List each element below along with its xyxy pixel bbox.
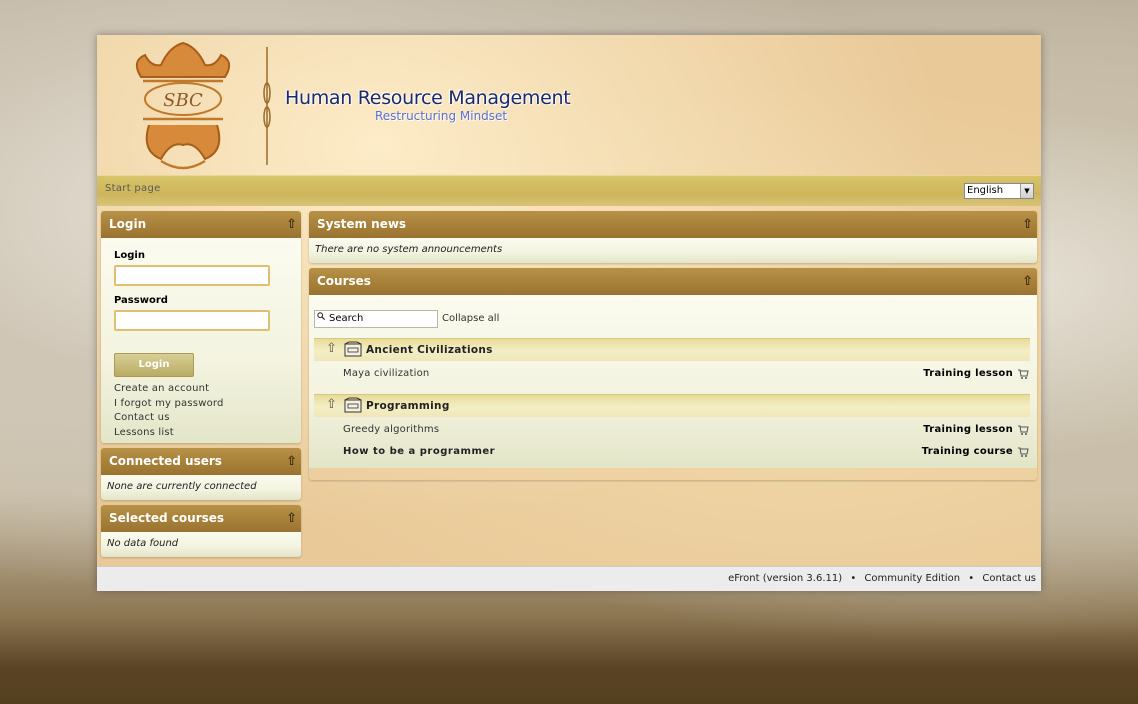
course-type: Training lesson bbox=[923, 424, 1013, 435]
language-value: English bbox=[967, 185, 1004, 196]
course-row: How to be a programmer Training course bbox=[343, 446, 1029, 462]
selected-courses-header: Selected courses ⇧ bbox=[101, 505, 301, 532]
login-panel: Login ⇧ Login Password Login Create an a… bbox=[101, 211, 301, 443]
ornament-divider bbox=[263, 47, 271, 165]
version-link[interactable]: eFront (version 3.6.11) bbox=[728, 567, 842, 591]
breadcrumb[interactable]: Start page bbox=[105, 183, 161, 194]
course-type: Training course bbox=[921, 446, 1013, 457]
collapse-arrow-icon[interactable]: ⇧ bbox=[1022, 211, 1033, 238]
sbc-logo: SBC bbox=[135, 41, 231, 170]
folder-icon bbox=[344, 341, 362, 357]
courses-body: Search Collapse all ⇧ Ancient Civilizati… bbox=[309, 295, 1037, 468]
contact-us-link[interactable]: Contact us bbox=[114, 412, 295, 427]
course-row: Greedy algorithms Training lesson bbox=[343, 424, 1029, 440]
login-label: Login bbox=[114, 250, 145, 261]
connected-users-body: None are currently connected bbox=[101, 475, 301, 500]
footer-contact-link[interactable]: Contact us bbox=[982, 567, 1036, 591]
page-frame: SBC Human Resource Management Restructur… bbox=[97, 35, 1041, 591]
connected-users-panel: Connected users ⇧ None are currently con… bbox=[101, 448, 301, 500]
search-placeholder: Search bbox=[329, 313, 364, 324]
system-news-title: System news bbox=[317, 217, 407, 231]
category-header[interactable]: ⇧ Ancient Civilizations bbox=[314, 338, 1030, 361]
site-title: Human Resource Management bbox=[285, 87, 571, 109]
course-name[interactable]: Maya civilization bbox=[343, 368, 429, 379]
selected-courses-panel: Selected courses ⇧ No data found bbox=[101, 505, 301, 557]
connected-users-message: None are currently connected bbox=[107, 481, 257, 492]
folder-icon bbox=[344, 397, 362, 413]
chevron-down-icon[interactable]: ▼ bbox=[1020, 184, 1033, 198]
selected-courses-body: No data found bbox=[101, 532, 301, 557]
header: SBC Human Resource Management Restructur… bbox=[97, 35, 1041, 175]
course-row: Maya civilization Training lesson bbox=[343, 368, 1029, 384]
collapse-arrow-icon[interactable]: ⇧ bbox=[326, 341, 337, 356]
connected-users-header: Connected users ⇧ bbox=[101, 448, 301, 475]
collapse-arrow-icon[interactable]: ⇧ bbox=[286, 211, 297, 238]
selected-courses-message: No data found bbox=[107, 538, 179, 549]
language-select[interactable]: English ▼ bbox=[964, 183, 1034, 199]
footer: eFront (version 3.6.11) • Community Edit… bbox=[97, 566, 1041, 591]
separator: • bbox=[850, 573, 857, 584]
courses-header: Courses ⇧ bbox=[309, 268, 1037, 295]
login-panel-header: Login ⇧ bbox=[101, 211, 301, 238]
selected-courses-title: Selected courses bbox=[109, 511, 225, 525]
cart-icon[interactable] bbox=[1017, 424, 1029, 436]
collapse-arrow-icon[interactable]: ⇧ bbox=[286, 505, 297, 532]
system-news-header: System news ⇧ bbox=[309, 211, 1037, 238]
create-account-link[interactable]: Create an account bbox=[114, 383, 295, 398]
password-input[interactable] bbox=[114, 310, 270, 331]
cart-icon[interactable] bbox=[1017, 446, 1029, 458]
system-news-body: There are no system announcements bbox=[309, 238, 1037, 263]
search-input[interactable]: Search bbox=[314, 310, 438, 328]
course-name[interactable]: How to be a programmer bbox=[343, 446, 495, 457]
login-button[interactable]: Login bbox=[114, 353, 194, 377]
login-panel-title: Login bbox=[109, 217, 147, 231]
forgot-password-link[interactable]: I forgot my password bbox=[114, 398, 295, 413]
category-header[interactable]: ⇧ Programming bbox=[314, 394, 1030, 417]
category-name[interactable]: Ancient Civilizations bbox=[366, 344, 493, 356]
course-type: Training lesson bbox=[923, 368, 1013, 379]
collapse-arrow-icon[interactable]: ⇧ bbox=[326, 397, 337, 412]
separator: • bbox=[968, 573, 975, 584]
connected-users-title: Connected users bbox=[109, 454, 222, 468]
edition-link[interactable]: Community Edition bbox=[864, 567, 960, 591]
collapse-arrow-icon[interactable]: ⇧ bbox=[1022, 268, 1033, 295]
category-name[interactable]: Programming bbox=[366, 400, 450, 412]
lessons-list-link[interactable]: Lessons list bbox=[114, 427, 295, 442]
courses-title: Courses bbox=[317, 274, 371, 288]
courses-panel: Courses ⇧ Search Collapse all ⇧ Ancient … bbox=[309, 268, 1037, 480]
site-subtitle: Restructuring Mindset bbox=[375, 109, 508, 123]
cart-icon[interactable] bbox=[1017, 368, 1029, 380]
system-news-panel: System news ⇧ There are no system announ… bbox=[309, 211, 1037, 263]
login-input[interactable] bbox=[114, 265, 270, 286]
collapse-arrow-icon[interactable]: ⇧ bbox=[286, 448, 297, 475]
course-name[interactable]: Greedy algorithms bbox=[343, 424, 439, 435]
login-panel-body: Login Password Login Create an account I… bbox=[101, 238, 301, 443]
password-label: Password bbox=[114, 295, 168, 306]
navbar: Start page English ▼ bbox=[97, 175, 1041, 206]
search-icon bbox=[317, 312, 325, 320]
login-links: Create an account I forgot my password C… bbox=[114, 383, 295, 441]
collapse-all-link[interactable]: Collapse all bbox=[442, 313, 499, 324]
logo-text: SBC bbox=[163, 90, 203, 111]
system-news-message: There are no system announcements bbox=[315, 244, 503, 255]
